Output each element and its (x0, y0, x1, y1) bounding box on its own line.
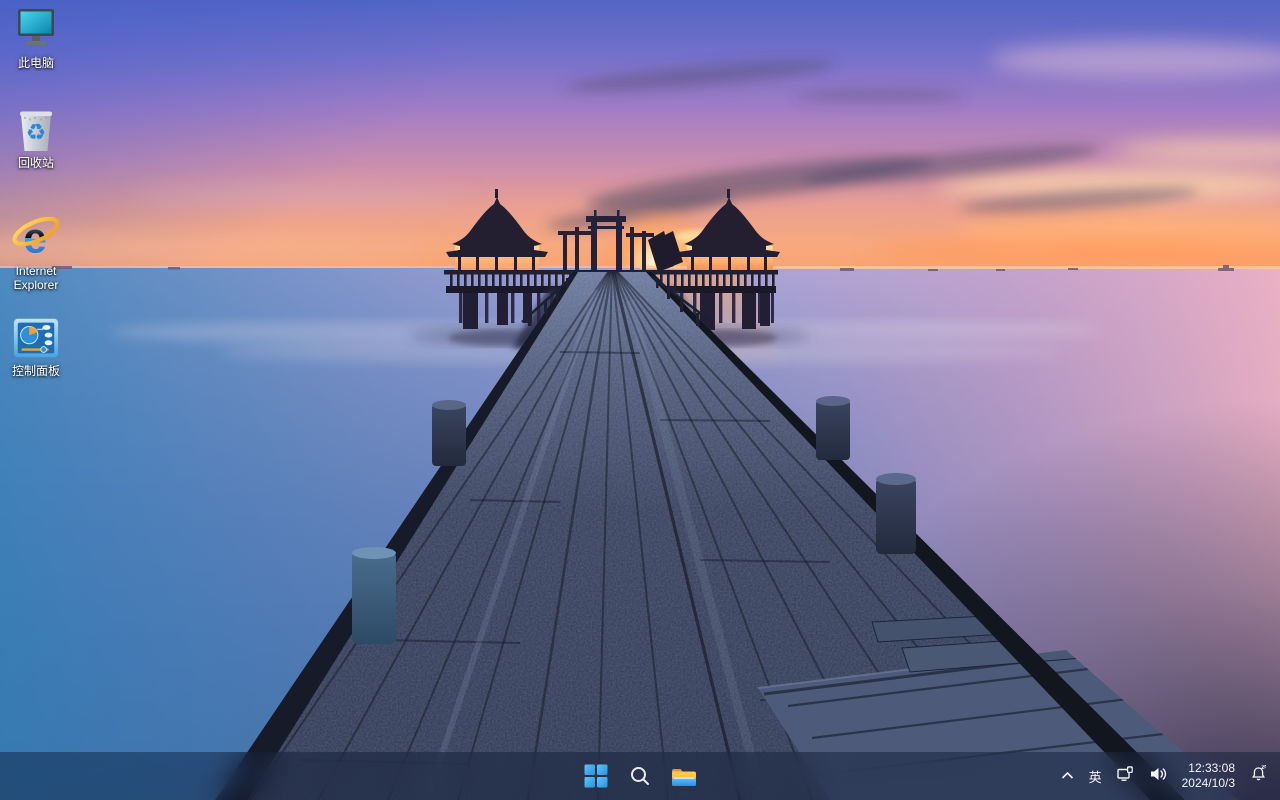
chevron-up-icon (1061, 771, 1074, 780)
ethernet-network-icon (1117, 766, 1134, 782)
desktop: 此电脑 ♻ 回收站 (0, 0, 1280, 800)
wallpaper-sunset-pier (0, 0, 1280, 800)
this-pc-icon (12, 6, 60, 54)
windows-start-icon (584, 764, 608, 788)
clock-date: 2024/10/3 (1182, 776, 1235, 791)
file-explorer-button[interactable] (662, 754, 706, 798)
svg-text:♻: ♻ (26, 120, 47, 146)
network-tray-button[interactable] (1117, 766, 1134, 787)
file-explorer-icon (671, 765, 697, 787)
tray-expand-chevron[interactable] (1061, 767, 1074, 785)
search-button[interactable] (618, 754, 662, 798)
start-button[interactable] (574, 754, 618, 798)
internet-explorer-icon: e (12, 212, 60, 262)
search-icon (629, 765, 651, 787)
volume-tray-button[interactable] (1149, 766, 1167, 787)
recycle-bin-icon: ♻ (12, 106, 60, 154)
desktop-icon-label: 回收站 (18, 157, 54, 171)
do-not-disturb-bell-icon: z z (1250, 764, 1268, 783)
desktop-icon-recycle-bin[interactable]: ♻ 回收站 (0, 106, 72, 171)
desktop-icon-this-pc[interactable]: 此电脑 (0, 6, 72, 71)
desktop-icon-internet-explorer[interactable]: e Internet Explorer (0, 212, 72, 293)
clock[interactable]: 12:33:08 2024/10/3 (1182, 761, 1235, 792)
notification-bell-button[interactable]: z z (1250, 764, 1268, 788)
taskbar: 英 12:33:08 2024/10/3 (0, 752, 1280, 800)
desktop-icon-label: 此电脑 (18, 57, 54, 71)
control-panel-icon (12, 314, 60, 362)
desktop-icon-label: 控制面板 (12, 365, 60, 379)
clock-time: 12:33:08 (1182, 761, 1235, 776)
speaker-volume-icon (1149, 766, 1167, 782)
desktop-icon-control-panel[interactable]: 控制面板 (0, 314, 72, 379)
desktop-icon-label: Internet Explorer (1, 265, 71, 293)
ime-indicator[interactable]: 英 (1089, 767, 1102, 786)
svg-text:z: z (1264, 764, 1267, 768)
